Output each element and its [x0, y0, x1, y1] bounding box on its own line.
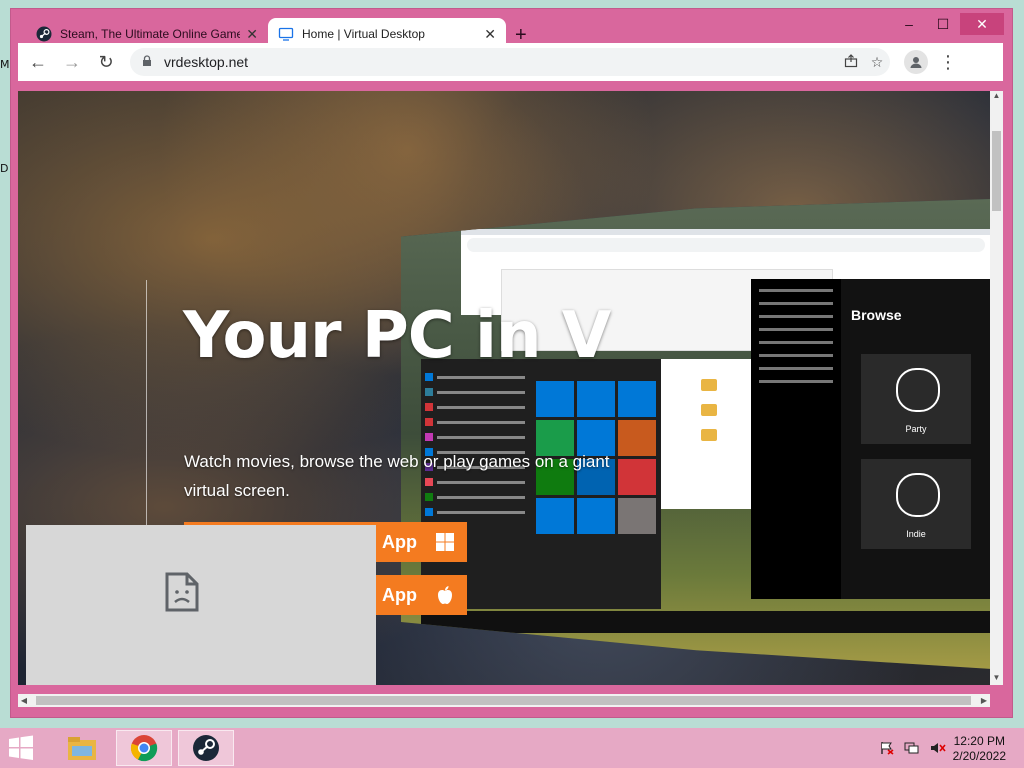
file-explorer-icon [68, 737, 96, 760]
chrome-icon [130, 735, 158, 762]
clock-date: 2/20/2022 [952, 749, 1006, 763]
system-tray [880, 741, 946, 758]
steam-taskbar-button[interactable] [178, 730, 234, 766]
start-button[interactable] [6, 734, 42, 762]
share-icon[interactable] [838, 53, 864, 71]
kebab-menu-icon[interactable]: ⋮ [934, 48, 962, 76]
scroll-down-icon[interactable]: ▼ [990, 673, 1003, 685]
os-taskbar: 12:20 PM 2/20/2022 [0, 728, 1024, 768]
folder-icon [701, 429, 717, 441]
hero-title: Your PC in V [183, 299, 611, 373]
preview-taskbar [421, 611, 990, 633]
browser-toolbar: ← → ↻ vrdesktop.net ☆ ⋮ [18, 43, 1003, 81]
address-bar[interactable]: vrdesktop.net ☆ [130, 48, 890, 76]
volume-muted-icon[interactable] [930, 741, 946, 758]
file-explorer-taskbar-button[interactable] [54, 730, 110, 766]
action-center-flag-icon[interactable] [880, 741, 894, 758]
spotify-card: Party [861, 354, 971, 444]
folder-icon [701, 379, 717, 391]
desktop-label-fragment: M [0, 58, 10, 71]
windows-start-icon [9, 735, 33, 760]
system-clock[interactable]: 12:20 PM 2/20/2022 [953, 734, 1006, 764]
clock-time: 12:20 PM [953, 734, 1005, 748]
download-button-label: App [382, 584, 417, 605]
hero-divider [146, 280, 147, 530]
scroll-left-icon[interactable]: ◀ [18, 694, 30, 707]
hero-subtitle: Watch movies, browse the web or play gam… [184, 452, 610, 500]
spotify-card: Indie [861, 459, 971, 549]
vertical-scroll-thumb[interactable] [992, 131, 1001, 211]
start-tile [577, 381, 615, 417]
star-icon[interactable]: ☆ [864, 54, 890, 71]
steam-icon [193, 735, 219, 761]
start-tile [618, 381, 656, 417]
steam-icon [36, 26, 52, 42]
vr-screen-preview: Browse Party Indie [401, 199, 990, 685]
monitor-icon [278, 27, 294, 41]
network-icon[interactable] [904, 741, 920, 758]
broken-image-icon [165, 572, 199, 612]
spotify-heading: Browse [851, 307, 902, 323]
back-button[interactable]: ← [24, 48, 52, 76]
profile-icon [904, 50, 928, 74]
chrome-taskbar-button[interactable] [116, 730, 172, 766]
tab-title: Steam, The Ultimate Online Game Platform [60, 27, 241, 41]
scroll-up-icon[interactable]: ▲ [990, 91, 1003, 103]
close-tab-icon[interactable]: ✕ [246, 26, 258, 43]
guitar-icon [896, 473, 940, 517]
lock-icon[interactable] [142, 54, 152, 70]
broken-image-placeholder [26, 525, 376, 685]
folder-icon [701, 404, 717, 416]
disco-ball-icon [896, 368, 940, 412]
desktop-label-fragment: D [0, 162, 9, 175]
spotify-card-label: Party [905, 424, 927, 434]
preview-spotify: Browse Party Indie [751, 279, 990, 599]
horizontal-scroll-thumb[interactable] [36, 696, 971, 705]
start-tile [536, 381, 574, 417]
close-tab-icon[interactable]: ✕ [484, 26, 496, 43]
scroll-right-icon[interactable]: ▶ [978, 694, 990, 707]
windows-icon [435, 532, 455, 552]
curved-screen: Browse Party Indie [401, 199, 990, 669]
tab-title: Home | Virtual Desktop [302, 27, 425, 41]
spotify-card-label: Indie [906, 529, 926, 539]
download-button-label: App [382, 531, 417, 552]
profile-button[interactable] [902, 48, 930, 76]
apple-icon [435, 585, 455, 605]
url-text[interactable]: vrdesktop.net [164, 54, 838, 70]
forward-button[interactable]: → [58, 48, 86, 76]
vertical-scrollbar[interactable]: ▲ ▼ [990, 91, 1003, 685]
horizontal-scrollbar[interactable]: ◀ ▶ [18, 694, 990, 707]
reload-button[interactable]: ↻ [92, 48, 120, 76]
